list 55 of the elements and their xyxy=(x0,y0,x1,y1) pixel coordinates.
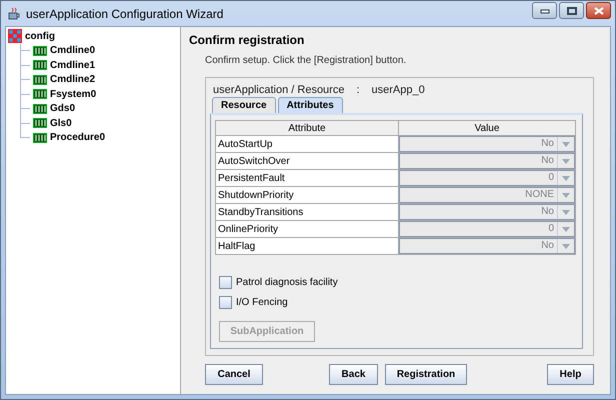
checkbox[interactable] xyxy=(219,276,232,288)
close-button[interactable] xyxy=(586,2,611,19)
resource-label: userApplication / Resource xyxy=(213,84,344,97)
caret-icon xyxy=(562,192,570,198)
chip-icon xyxy=(33,104,47,114)
chip-icon xyxy=(33,132,47,143)
tab[interactable]: Resource xyxy=(212,97,276,113)
table-cell: AutoStartUp xyxy=(216,136,398,152)
cup-icon xyxy=(7,6,21,20)
network-icon xyxy=(8,29,22,44)
maximize-icon xyxy=(566,6,576,14)
tree-item[interactable]: Cmdline0 xyxy=(21,44,180,58)
caret-icon xyxy=(562,226,570,232)
tab[interactable]: Attributes xyxy=(278,97,343,113)
minimize-icon xyxy=(540,8,550,14)
column-header: Value xyxy=(398,120,576,136)
window-title: userApplication Configuration Wizard xyxy=(26,6,224,20)
dialog-button[interactable]: Help xyxy=(547,364,594,385)
chip-icon xyxy=(33,60,47,70)
tree-item[interactable]: Gds0 xyxy=(21,102,180,116)
tree-item[interactable]: Cmdline1 xyxy=(21,58,180,72)
separator-text: : xyxy=(356,84,360,97)
table-cell: ShutdownPriority xyxy=(216,186,398,204)
table-cell: StandbyTransitions xyxy=(216,204,398,220)
column-header: Attribute xyxy=(216,120,398,136)
caret-icon xyxy=(562,158,570,164)
minimize-button[interactable] xyxy=(532,2,557,19)
table-cell: HaltFlag xyxy=(216,238,398,254)
dialog-button[interactable]: Back xyxy=(329,364,378,385)
maximize-button[interactable] xyxy=(559,2,584,19)
page-heading: Confirm registration xyxy=(189,33,306,49)
caret-icon xyxy=(562,176,570,180)
dialog-button[interactable]: Registration xyxy=(385,364,467,385)
checkbox-label: I/O Fencing xyxy=(236,296,288,308)
tree-item[interactable]: Fsystem0 xyxy=(21,87,180,102)
resource-value: userApp_0 xyxy=(372,84,425,97)
checkbox-label: Patrol diagnosis facility xyxy=(236,276,338,288)
chip-icon xyxy=(33,46,47,56)
caret-icon xyxy=(562,210,570,214)
caret-icon xyxy=(562,244,570,248)
caret-icon xyxy=(562,142,570,146)
dialog-button[interactable]: Cancel xyxy=(205,364,263,385)
tree-item[interactable]: Procedure0 xyxy=(21,130,180,145)
close-icon xyxy=(594,6,604,14)
chip-icon xyxy=(33,118,47,128)
chip-icon xyxy=(33,74,47,85)
tree-item[interactable]: Gls0 xyxy=(21,116,180,130)
chip-icon xyxy=(33,89,47,100)
table-cell: OnlinePriority xyxy=(216,220,398,238)
instruction-text: Confirm setup. Click the [Registration] button. xyxy=(204,54,408,68)
table-cell: PersistentFault xyxy=(216,170,398,186)
table-cell: AutoSwitchOver xyxy=(216,152,398,170)
checkbox[interactable] xyxy=(219,296,232,308)
tree-item[interactable]: config xyxy=(8,29,180,44)
tree-item[interactable]: Cmdline2 xyxy=(21,72,180,87)
